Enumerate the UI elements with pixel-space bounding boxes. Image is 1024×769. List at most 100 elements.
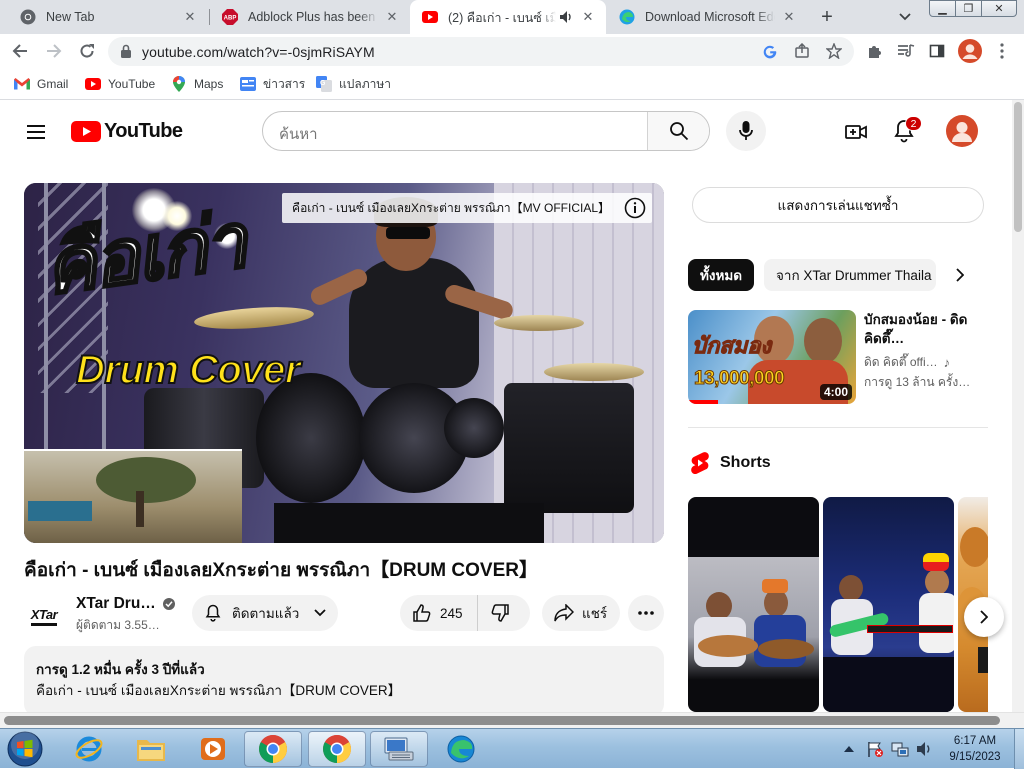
short-video-1[interactable] [688, 497, 819, 712]
clock[interactable]: 6:17 AM 9/15/2023 [940, 733, 1010, 765]
voice-search-button[interactable] [726, 111, 766, 151]
chip-all[interactable]: ทั้งหมด [688, 259, 755, 291]
close-tab-icon[interactable]: ✕ [781, 9, 797, 25]
extensions-button[interactable] [861, 37, 889, 65]
action-center-tray[interactable] [866, 740, 884, 758]
bookmark-youtube[interactable]: YouTube [85, 75, 155, 93]
tree-trunk [136, 491, 144, 527]
tab-youtube[interactable]: (2) คือเก่า - เบนซ์ เมืองเลยXกระต่าย พรร… [410, 0, 606, 34]
account-avatar[interactable] [946, 115, 978, 147]
thumbs-down-icon [491, 604, 509, 622]
chips-next-button[interactable] [948, 263, 972, 287]
search-button[interactable] [647, 112, 709, 150]
short-video-2[interactable] [823, 497, 954, 712]
video-player[interactable]: คือเก่า Drum Cover คือเก่า - เบนซ์ เมือง… [24, 183, 664, 543]
maximize-button[interactable]: ❐ [955, 0, 982, 17]
info-icon[interactable] [624, 197, 646, 219]
google-lens-icon[interactable] [762, 43, 778, 59]
video-overlay-title[interactable]: คือเก่า - เบนซ์ เมืองเลยXกระต่าย พรรณิภา… [282, 193, 652, 223]
chrome-icon [20, 9, 36, 25]
tab-edge-download[interactable]: Download Microsoft Edge ✕ [607, 0, 807, 34]
vertical-scrollbar-thumb[interactable] [1014, 102, 1022, 232]
tab-search-button[interactable] [895, 8, 915, 26]
profile-button[interactable] [956, 37, 984, 65]
new-tab-button[interactable]: + [816, 6, 838, 28]
chip-from-channel[interactable]: จาก XTar Drummer Thaila [764, 259, 936, 291]
recommended-title[interactable]: บักสมองน้อย - ดิด คิดตึ๊… [864, 310, 974, 348]
description-box[interactable]: การดู 1.2 หมื่น ครั้ง 3 ปีที่แล้ว คือเก่… [24, 646, 664, 712]
close-tab-icon[interactable]: ✕ [384, 9, 400, 25]
start-button[interactable] [3, 730, 47, 768]
network-tray[interactable] [891, 740, 909, 758]
search-box[interactable]: ค้นหา [262, 111, 710, 151]
show-hidden-icons-button[interactable] [842, 741, 856, 755]
shorts-icon [691, 452, 709, 475]
recommended-thumbnail[interactable]: บักสมอง 13,000,000 4:00 [688, 310, 856, 404]
label-block [978, 647, 988, 673]
like-button[interactable]: 245 [400, 595, 478, 631]
minimize-button[interactable]: ▁ [929, 0, 956, 17]
person-face [925, 569, 949, 595]
youtube-logo[interactable]: YouTube [71, 120, 183, 143]
search-input[interactable]: ค้นหา [279, 122, 318, 146]
close-tab-icon[interactable]: ✕ [580, 9, 596, 25]
more-actions-button[interactable] [628, 595, 664, 631]
taskbar-chrome-active[interactable] [308, 731, 366, 767]
horizontal-scrollbar[interactable] [0, 712, 1024, 728]
back-button[interactable] [6, 37, 34, 65]
gmail-icon [14, 76, 30, 92]
close-window-button[interactable]: ✕ [981, 0, 1017, 17]
food-item [960, 527, 988, 567]
video-create-icon [845, 125, 867, 139]
windows-taskbar: 6:17 AM 9/15/2023 [0, 728, 1024, 769]
channel-name-link[interactable]: XTar Dru… [76, 595, 176, 613]
dislike-button[interactable] [478, 595, 522, 631]
bookmark-news[interactable]: ข่าวสาร [240, 75, 305, 93]
video-title: คือเก่า - เบนซ์ เมืองเลยXกระต่าย พรรณิภา… [24, 560, 538, 581]
media-control-button[interactable] [892, 37, 920, 65]
taskbar-media-player[interactable] [184, 731, 242, 767]
share-button[interactable]: แชร์ [542, 595, 620, 631]
recommended-menu-button[interactable] [1004, 312, 1008, 328]
tab-new-tab[interactable]: New Tab ✕ [8, 0, 208, 34]
subscribed-button[interactable]: ติดตามแล้ว [192, 595, 338, 631]
close-tab-icon[interactable]: ✕ [182, 9, 198, 25]
edge-icon [619, 9, 635, 25]
reload-button[interactable] [73, 37, 101, 65]
show-desktop-button[interactable] [1014, 729, 1024, 769]
share-page-icon[interactable] [794, 43, 810, 59]
tab-adblock[interactable]: ABP Adblock Plus has been installed! ✕ [210, 0, 410, 34]
bookmark-maps[interactable]: Maps [171, 75, 223, 93]
address-bar[interactable]: youtube.com/watch?v=-0sjmRiSAYM [108, 37, 854, 66]
channel-avatar[interactable]: XTar [24, 596, 64, 636]
horizontal-scrollbar-thumb[interactable] [4, 716, 1000, 725]
drummer-shirt [349, 258, 479, 388]
side-panel-button[interactable] [923, 37, 951, 65]
hamburger-menu-button[interactable] [24, 120, 48, 144]
bookmark-star-icon[interactable] [826, 43, 842, 59]
lock-icon[interactable] [120, 44, 132, 58]
forward-button[interactable] [40, 37, 68, 65]
keyboard-icon [384, 737, 414, 761]
taskbar-edge[interactable] [432, 731, 490, 767]
speaker-icon [917, 742, 930, 756]
taskbar-windows-explorer[interactable] [122, 731, 180, 767]
bookmark-gmail[interactable]: Gmail [14, 75, 68, 93]
bookmark-translate[interactable]: G แปลภาษา [316, 75, 391, 93]
shorts-next-button[interactable] [964, 597, 1004, 637]
youtube-page[interactable]: YouTube ค้นหา 2 คือเก่า Drum Cover คือเก… [0, 100, 1012, 712]
taskbar-keyboard-app[interactable] [370, 731, 428, 767]
notifications-button[interactable]: 2 [893, 116, 922, 145]
vertical-scrollbar[interactable] [1012, 100, 1024, 712]
taskbar-chrome[interactable] [244, 731, 302, 767]
volume-tray[interactable] [915, 740, 933, 758]
arrow-right-icon [47, 44, 62, 58]
show-chat-replay-button[interactable]: แสดงการเล่นแชทซ้ำ [692, 187, 984, 223]
recommended-channel[interactable]: ดิด คิดตึ๊ offi… [864, 353, 938, 372]
create-button[interactable] [844, 120, 868, 144]
chrome-menu-button[interactable] [988, 37, 1016, 65]
taskbar-internet-explorer[interactable] [60, 731, 118, 767]
sunglasses [386, 227, 430, 239]
hat [762, 579, 788, 593]
audio-playing-icon[interactable] [560, 11, 574, 23]
